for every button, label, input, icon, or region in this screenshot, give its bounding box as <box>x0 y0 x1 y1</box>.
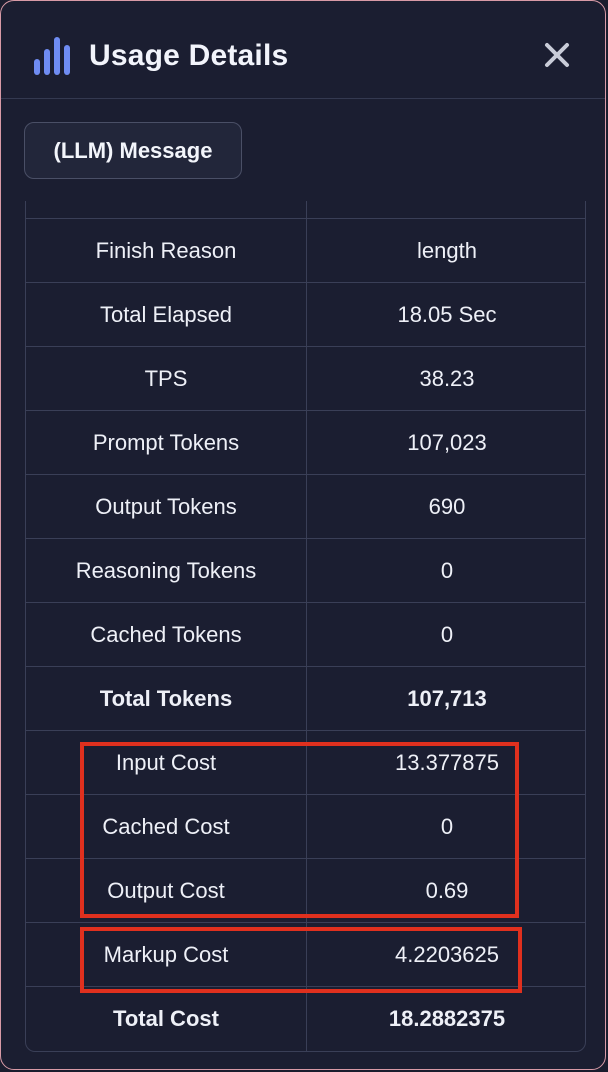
row-label: Output Tokens <box>95 494 237 519</box>
dialog-title: Usage Details <box>89 39 289 72</box>
row-value: 107,713 <box>407 686 487 711</box>
row-value: 690 <box>428 494 466 519</box>
row-value: 0 <box>440 814 454 839</box>
row-value: 0.69 <box>425 878 469 903</box>
row-label: Prompt Tokens <box>92 430 240 455</box>
row-label: Finish Reason <box>95 238 237 263</box>
row-value: length <box>417 238 477 263</box>
row-value: 18.05 Sec <box>397 302 497 327</box>
row-label: Reasoning Tokens <box>75 558 257 583</box>
row-value: 38.23 <box>419 366 475 391</box>
column-divider <box>306 201 307 1051</box>
usage-details-dialog: Usage Details (LLM) Message Finish Reaso… <box>0 0 606 1070</box>
bar-chart-icon <box>34 37 70 75</box>
row-label: Input Cost <box>115 750 217 775</box>
row-label: Markup Cost <box>103 942 229 967</box>
row-label: TPS <box>144 366 188 391</box>
close-icon[interactable] <box>541 39 573 71</box>
row-value: 18.2882375 <box>388 1006 506 1031</box>
row-label: Cached Cost <box>102 814 230 839</box>
row-label: Total Tokens <box>99 686 233 711</box>
row-label: Cached Tokens <box>90 622 242 647</box>
row-value: 0 <box>440 622 454 647</box>
row-value: 4.2203625 <box>395 942 499 967</box>
row-value: 13.377875 <box>395 750 499 775</box>
row-value: 0 <box>440 558 454 583</box>
usage-table: Finish Reason length Total Elapsed 18.05 Se… <box>25 201 586 1052</box>
row-value: 107,023 <box>407 430 487 455</box>
tab-llm-message[interactable]: (LLM) Message <box>24 122 242 179</box>
row-label: Total Cost <box>113 1006 219 1031</box>
dialog-header: Usage Details <box>1 1 605 99</box>
row-label: Output Cost <box>107 878 225 903</box>
row-label: Total Elapsed <box>99 302 233 327</box>
